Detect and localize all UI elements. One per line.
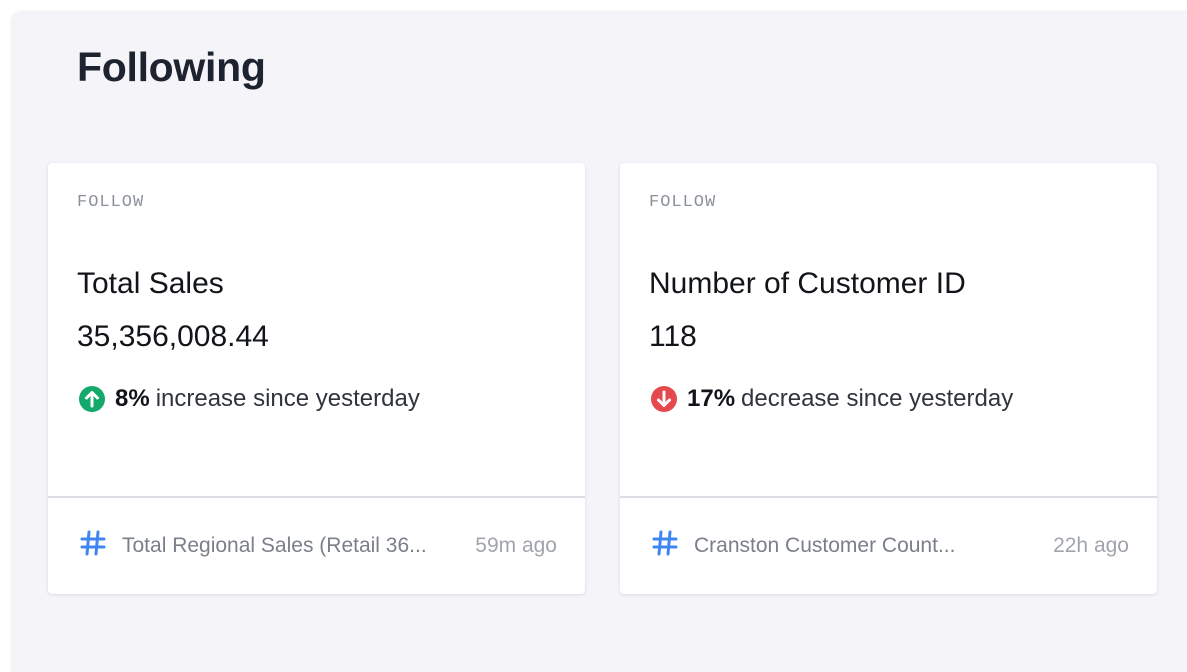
change-indicator: 17% decrease since yesterday — [650, 385, 1013, 413]
source-name: Cranston Customer Count... — [694, 534, 956, 557]
change-indicator: 8% increase since yesterday — [78, 385, 420, 413]
change-text: increase since yesterday — [155, 385, 420, 412]
hash-icon — [80, 530, 106, 556]
updated-ago: 59m ago — [475, 534, 557, 557]
metric-name: Total Sales — [77, 267, 224, 300]
metric-value: 118 — [649, 320, 697, 353]
change-text: decrease since yesterday — [741, 385, 1014, 412]
card-eyebrow: FOLLOW — [77, 193, 145, 212]
source-name: Total Regional Sales (Retail 36... — [122, 534, 427, 557]
change-percent: 8% — [115, 385, 150, 412]
card-source-link[interactable]: Total Regional Sales (Retail 36... 59m a… — [48, 498, 585, 594]
metric-card-total-sales[interactable]: FOLLOW Total Sales 35,356,008.44 8% incr… — [48, 163, 585, 594]
page-title: Following — [77, 44, 266, 90]
card-eyebrow: FOLLOW — [649, 193, 717, 212]
arrow-up-circle-icon — [79, 386, 105, 412]
metric-card-customer-count[interactable]: FOLLOW Number of Customer ID 118 17% dec… — [620, 163, 1157, 594]
updated-ago: 22h ago — [1053, 534, 1129, 557]
hash-icon — [652, 530, 678, 556]
following-panel: Following FOLLOW Total Sales 35,356,008.… — [12, 12, 1187, 672]
card-source-link[interactable]: Cranston Customer Count... 22h ago — [620, 498, 1157, 594]
arrow-down-circle-icon — [651, 386, 677, 412]
metric-name: Number of Customer ID — [649, 267, 966, 300]
metric-value: 35,356,008.44 — [77, 320, 269, 353]
change-percent: 17% — [687, 385, 736, 412]
